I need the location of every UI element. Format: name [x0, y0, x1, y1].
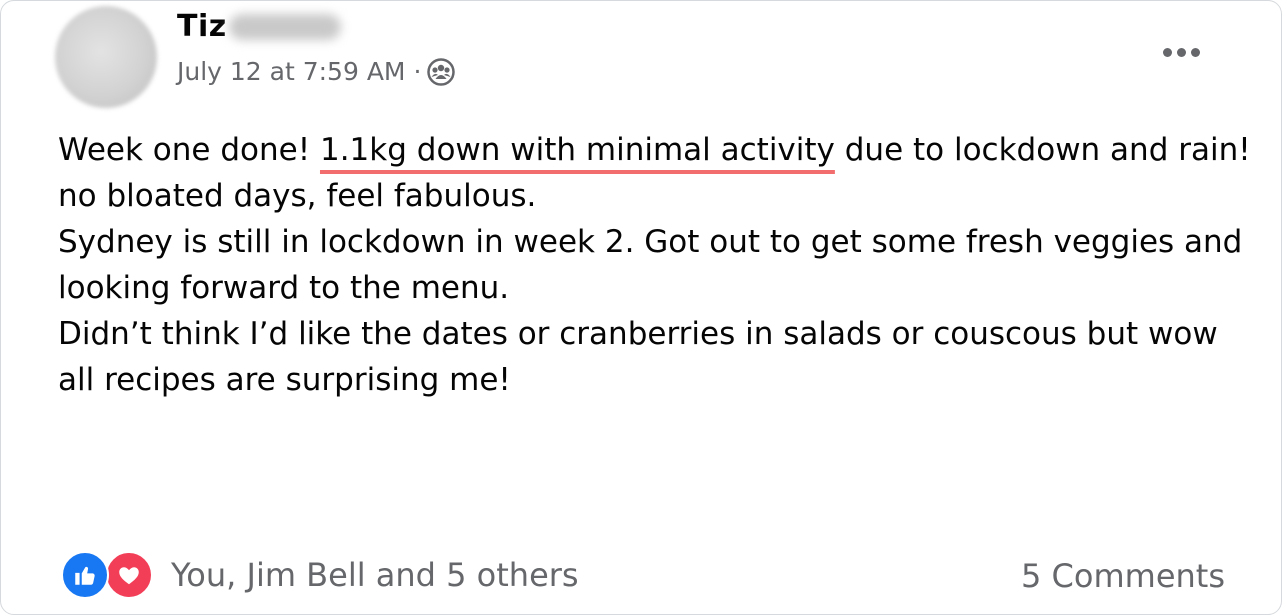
post-body: Week one done! 1.1kg down with minimal a… [58, 127, 1258, 403]
post-paragraph-3: Didn’t think I’d like the dates or cranb… [58, 316, 1218, 398]
post-timestamp[interactable]: July 12 at 7:59 AM [177, 57, 406, 86]
avatar[interactable] [55, 6, 157, 108]
reaction-icons [61, 551, 157, 599]
highlighted-text: 1.1kg down with minimal activity [319, 132, 835, 168]
more-options-icon [1162, 47, 1172, 57]
post-paragraph-2: Sydney is still in lockdown in week 2. G… [58, 224, 1243, 306]
reaction-names[interactable]: You, Jim Bell and 5 others [171, 556, 579, 594]
author[interactable]: Tiz [177, 9, 341, 44]
like-icon [61, 551, 109, 599]
more-options-button[interactable] [1157, 37, 1205, 67]
post-card: Tiz July 12 at 7:59 AM · Week one done! … [0, 0, 1282, 615]
author-name-redacted [228, 13, 341, 40]
love-icon [105, 551, 153, 599]
post-paragraph-1: Week one done! 1.1kg down with minimal a… [58, 132, 1251, 214]
author-name[interactable]: Tiz [177, 9, 227, 44]
meta-separator: · [413, 57, 422, 86]
group-icon[interactable] [427, 57, 456, 86]
reactions-summary[interactable]: You, Jim Bell and 5 others [61, 551, 579, 599]
post-meta: July 12 at 7:59 AM · [177, 57, 456, 86]
comments-count[interactable]: 5 Comments [1021, 557, 1225, 595]
